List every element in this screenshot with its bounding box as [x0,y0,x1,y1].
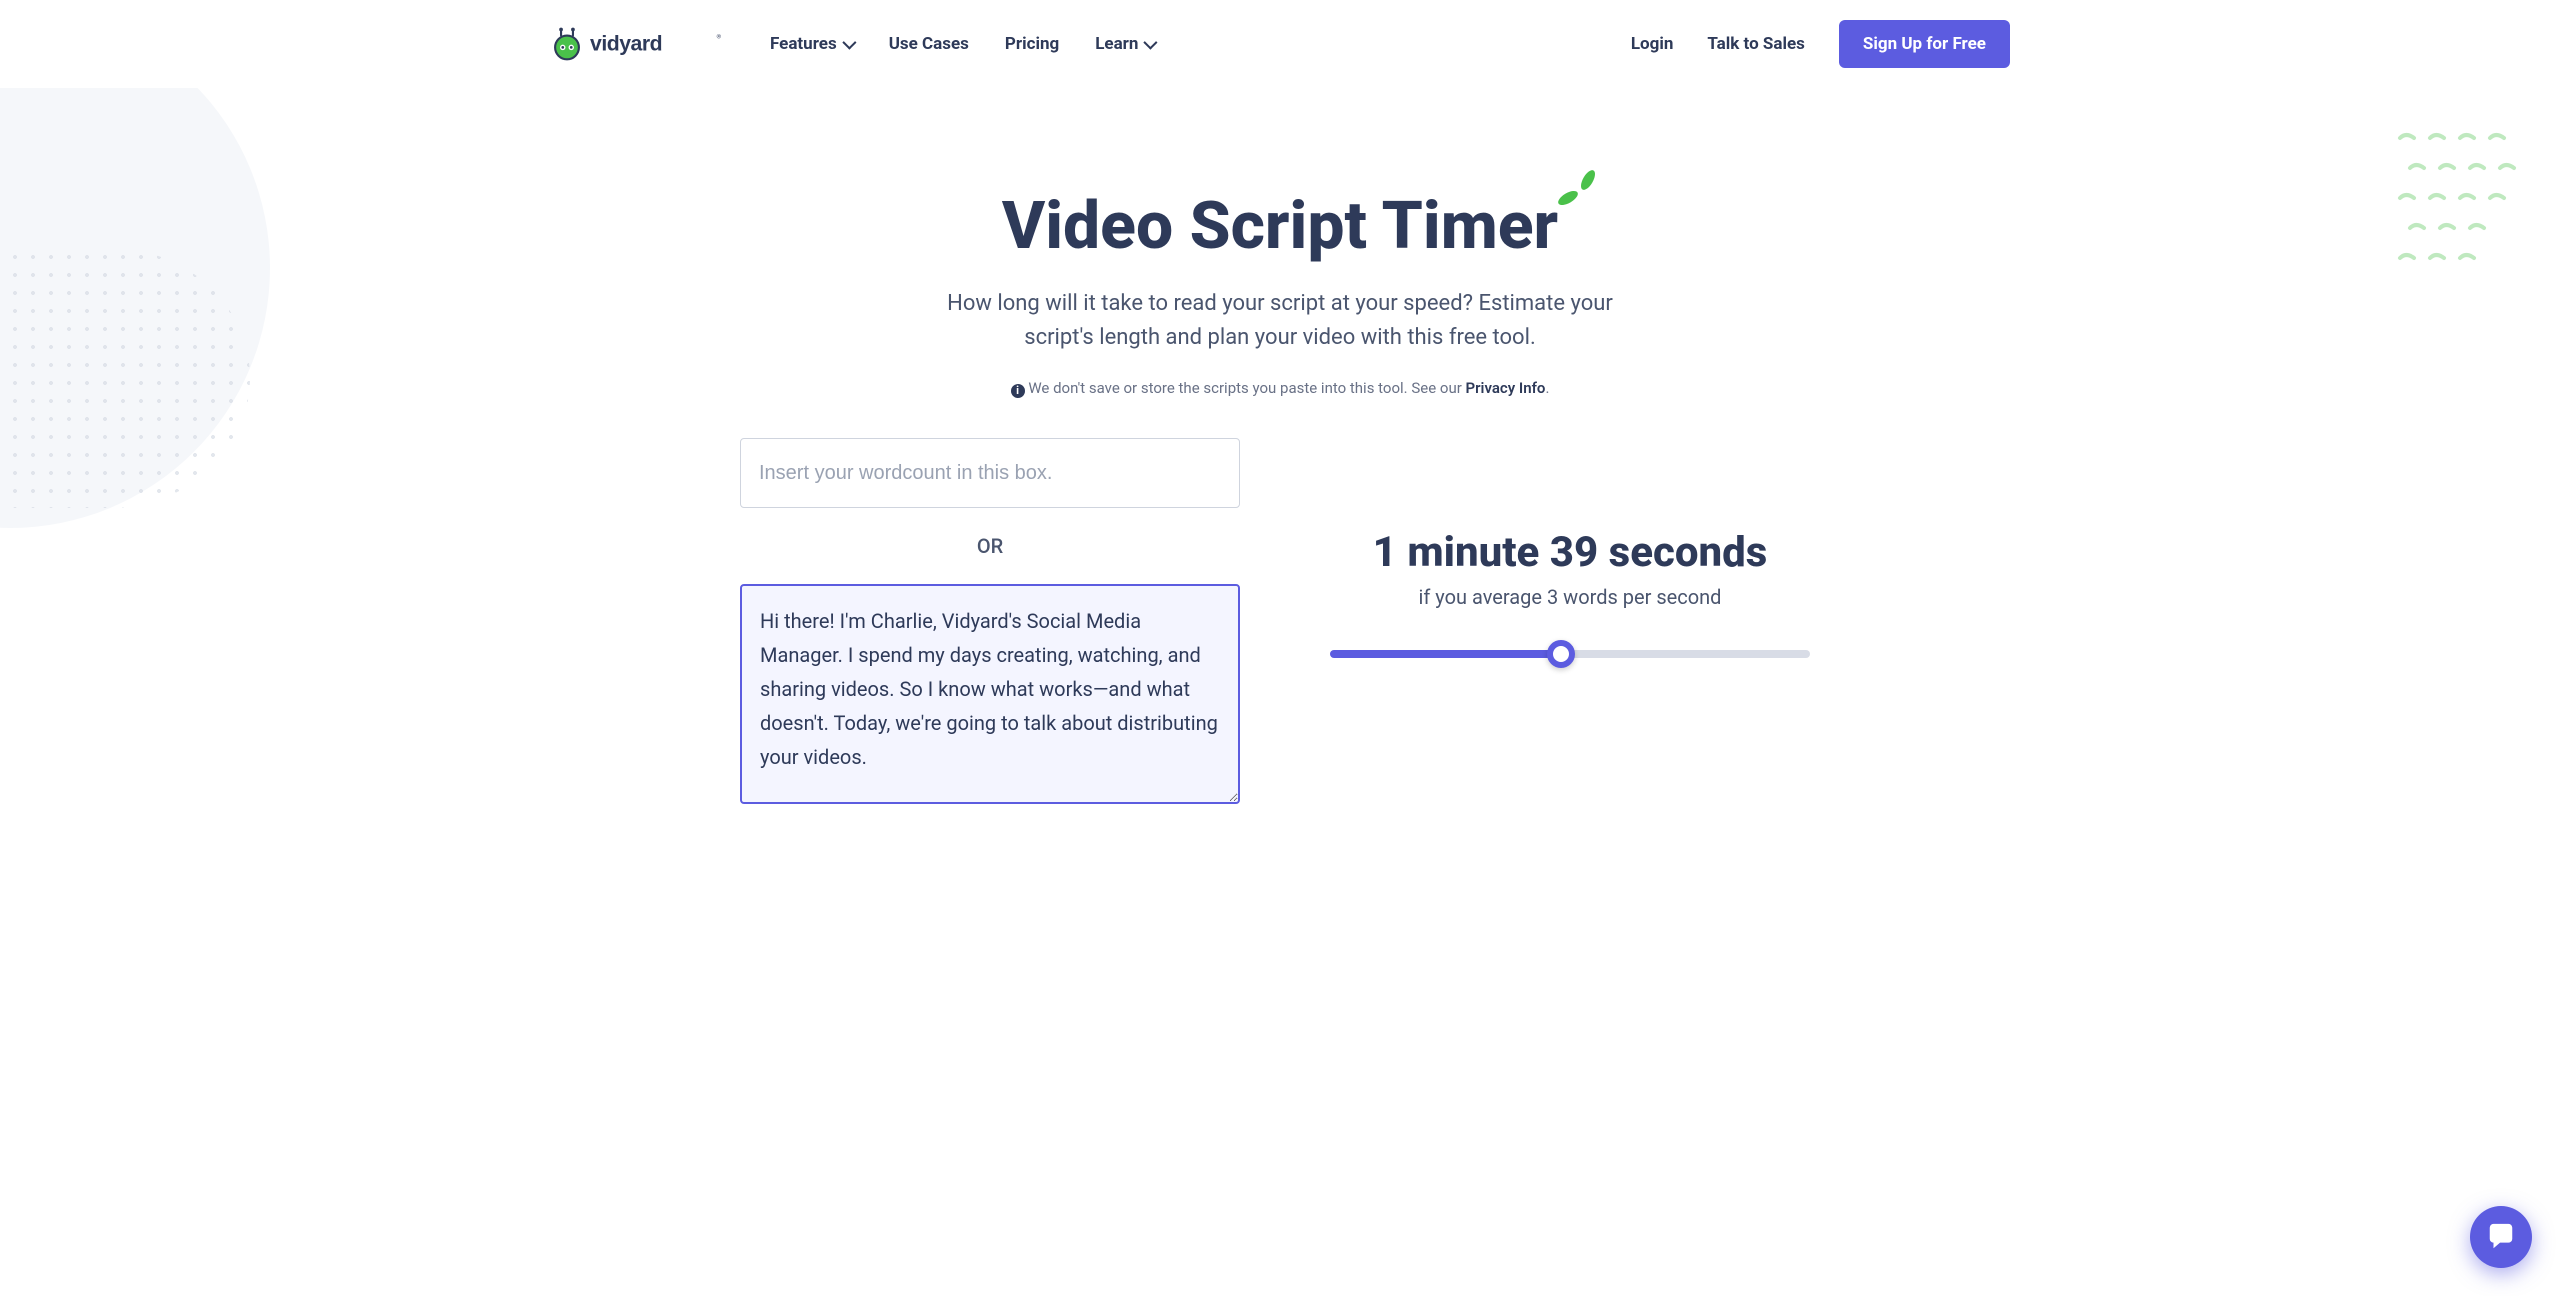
chat-icon [2486,1222,2516,1252]
decorative-scribble [2390,118,2560,298]
info-icon: i [1011,384,1025,398]
result-rate: if you average 3 words per second [1320,585,1820,609]
or-divider: OR [740,534,1240,558]
tool-right: 1 minute 39 seconds if you average 3 wor… [1320,438,1820,662]
privacy-suffix: . [1545,379,1549,397]
vidyard-wordmark: vidyard ® [590,29,730,59]
nav-use-cases[interactable]: Use Cases [889,34,969,54]
leaf-accent-icon [1552,164,1602,214]
speed-slider[interactable] [1330,650,1810,658]
chevron-down-icon [842,36,856,50]
top-nav: vidyard ® Features Use Cases Pricing Lea… [480,0,2080,88]
vidyard-logo-icon [550,27,584,61]
hero: Video Script Timer How long will it take… [0,88,2560,848]
wordcount-input[interactable] [740,438,1240,508]
brand-logo[interactable]: vidyard ® [550,27,730,61]
script-textarea[interactable] [740,584,1240,804]
privacy-note: i We don't save or store the scripts you… [40,379,2520,398]
tool-panel: OR 1 minute 39 seconds if you average 3 … [680,438,1880,808]
page-title: Video Script Timer [1002,188,1558,265]
privacy-link[interactable]: Privacy Info [1466,379,1546,397]
result-time: 1 minute 39 seconds [1320,528,1820,577]
nav-learn[interactable]: Learn [1095,34,1154,54]
nav-features[interactable]: Features [770,34,853,54]
privacy-prefix: We don't save or store the scripts you p… [1028,379,1465,397]
nav-links: Features Use Cases Pricing Learn [770,34,1154,54]
page-subtitle: How long will it take to read your scrip… [920,287,1640,355]
talk-to-sales-link[interactable]: Talk to Sales [1707,34,1805,54]
speed-slider-wrap [1320,643,1820,662]
nav-pricing-label: Pricing [1005,34,1059,54]
tool-left: OR [740,438,1240,808]
decorative-dots [0,248,250,508]
svg-text:®: ® [716,34,721,41]
login-link[interactable]: Login [1631,34,1674,54]
nav-use-cases-label: Use Cases [889,34,969,54]
chat-launcher[interactable] [2470,1206,2532,1268]
svg-text:vidyard: vidyard [590,31,662,55]
nav-features-label: Features [770,34,837,54]
nav-pricing[interactable]: Pricing [1005,34,1059,54]
nav-right: Login Talk to Sales Sign Up for Free [1631,20,2010,68]
chevron-down-icon [1144,36,1158,50]
page-title-text: Video Script Timer [1002,188,1558,265]
signup-button[interactable]: Sign Up for Free [1839,20,2010,68]
nav-learn-label: Learn [1095,34,1138,54]
